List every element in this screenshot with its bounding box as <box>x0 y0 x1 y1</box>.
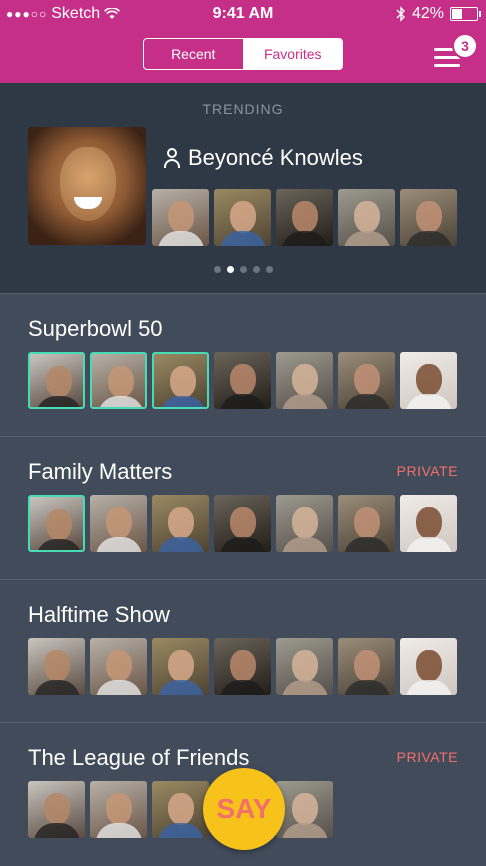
group-thumbnails <box>28 495 457 552</box>
member-thumb[interactable] <box>338 638 395 695</box>
celebrity-photo[interactable] <box>28 127 146 245</box>
celebrity-name: Beyoncé Knowles <box>188 145 363 170</box>
status-right: 42% <box>396 5 481 23</box>
private-label: PRIVATE <box>396 749 458 765</box>
trending-section: TRENDING Beyoncé Knowles <box>0 83 486 293</box>
page-indicator[interactable] <box>0 266 486 273</box>
group-row[interactable]: Halftime Show <box>0 579 486 723</box>
member-thumb[interactable] <box>276 638 333 695</box>
member-thumb-selected[interactable] <box>152 352 209 409</box>
member-thumb[interactable] <box>400 352 457 409</box>
battery-icon <box>450 7 481 21</box>
page-dot-active <box>226 266 234 273</box>
trending-label: TRENDING <box>202 101 284 117</box>
trending-thumb[interactable] <box>214 189 271 246</box>
member-thumb-selected[interactable] <box>90 352 147 409</box>
trending-thumb[interactable] <box>338 189 395 246</box>
member-thumb-selected[interactable] <box>28 352 85 409</box>
app-header: ●●●○○ Sketch 9:41 AM 42% Recent Favorite… <box>0 0 486 83</box>
group-row[interactable]: Family Matters PRIVATE <box>0 436 486 580</box>
tab-favorites[interactable]: Favorites <box>243 39 342 69</box>
member-thumb[interactable] <box>152 638 209 695</box>
group-thumbnails <box>28 352 457 409</box>
private-label: PRIVATE <box>396 463 458 479</box>
trending-thumb[interactable] <box>276 189 333 246</box>
member-thumb[interactable] <box>90 638 147 695</box>
member-thumb[interactable] <box>338 352 395 409</box>
member-thumb[interactable] <box>276 495 333 552</box>
say-button[interactable]: SAY <box>203 768 285 850</box>
member-thumb-selected[interactable] <box>28 495 85 552</box>
group-title: Superbowl 50 <box>28 316 163 341</box>
member-thumb[interactable] <box>400 495 457 552</box>
menu-badge: 3 <box>452 33 478 59</box>
page-dot <box>239 266 247 273</box>
member-thumb[interactable] <box>276 352 333 409</box>
member-thumb[interactable] <box>90 495 147 552</box>
member-thumb[interactable] <box>214 495 271 552</box>
group-row[interactable]: Superbowl 50 <box>0 293 486 437</box>
member-thumb[interactable] <box>152 781 209 838</box>
battery-percent: 42% <box>411 5 444 22</box>
group-thumbnails <box>28 638 457 695</box>
member-thumb[interactable] <box>28 781 85 838</box>
feed-segmented-control: Recent Favorites <box>143 38 343 70</box>
member-thumb[interactable] <box>28 638 85 695</box>
status-bar: ●●●○○ Sketch 9:41 AM 42% <box>0 0 486 28</box>
member-thumb[interactable] <box>338 495 395 552</box>
member-thumb[interactable] <box>90 781 147 838</box>
member-thumb[interactable] <box>400 638 457 695</box>
member-thumb[interactable] <box>152 495 209 552</box>
person-icon <box>164 148 180 168</box>
tab-recent[interactable]: Recent <box>144 39 244 69</box>
group-title: The League of Friends <box>28 745 250 770</box>
member-thumb[interactable] <box>214 352 271 409</box>
page-dot <box>265 266 273 273</box>
trending-thumb[interactable] <box>400 189 457 246</box>
member-thumb[interactable] <box>214 638 271 695</box>
bluetooth-icon <box>396 6 405 22</box>
group-thumbnails <box>28 781 333 838</box>
group-title: Halftime Show <box>28 602 170 627</box>
group-title: Family Matters <box>28 459 173 484</box>
celebrity-name-row[interactable]: Beyoncé Knowles <box>164 145 363 171</box>
page-dot <box>213 266 221 273</box>
trending-thumb[interactable] <box>152 189 209 246</box>
trending-thumbnails <box>152 189 457 246</box>
page-dot <box>252 266 260 273</box>
